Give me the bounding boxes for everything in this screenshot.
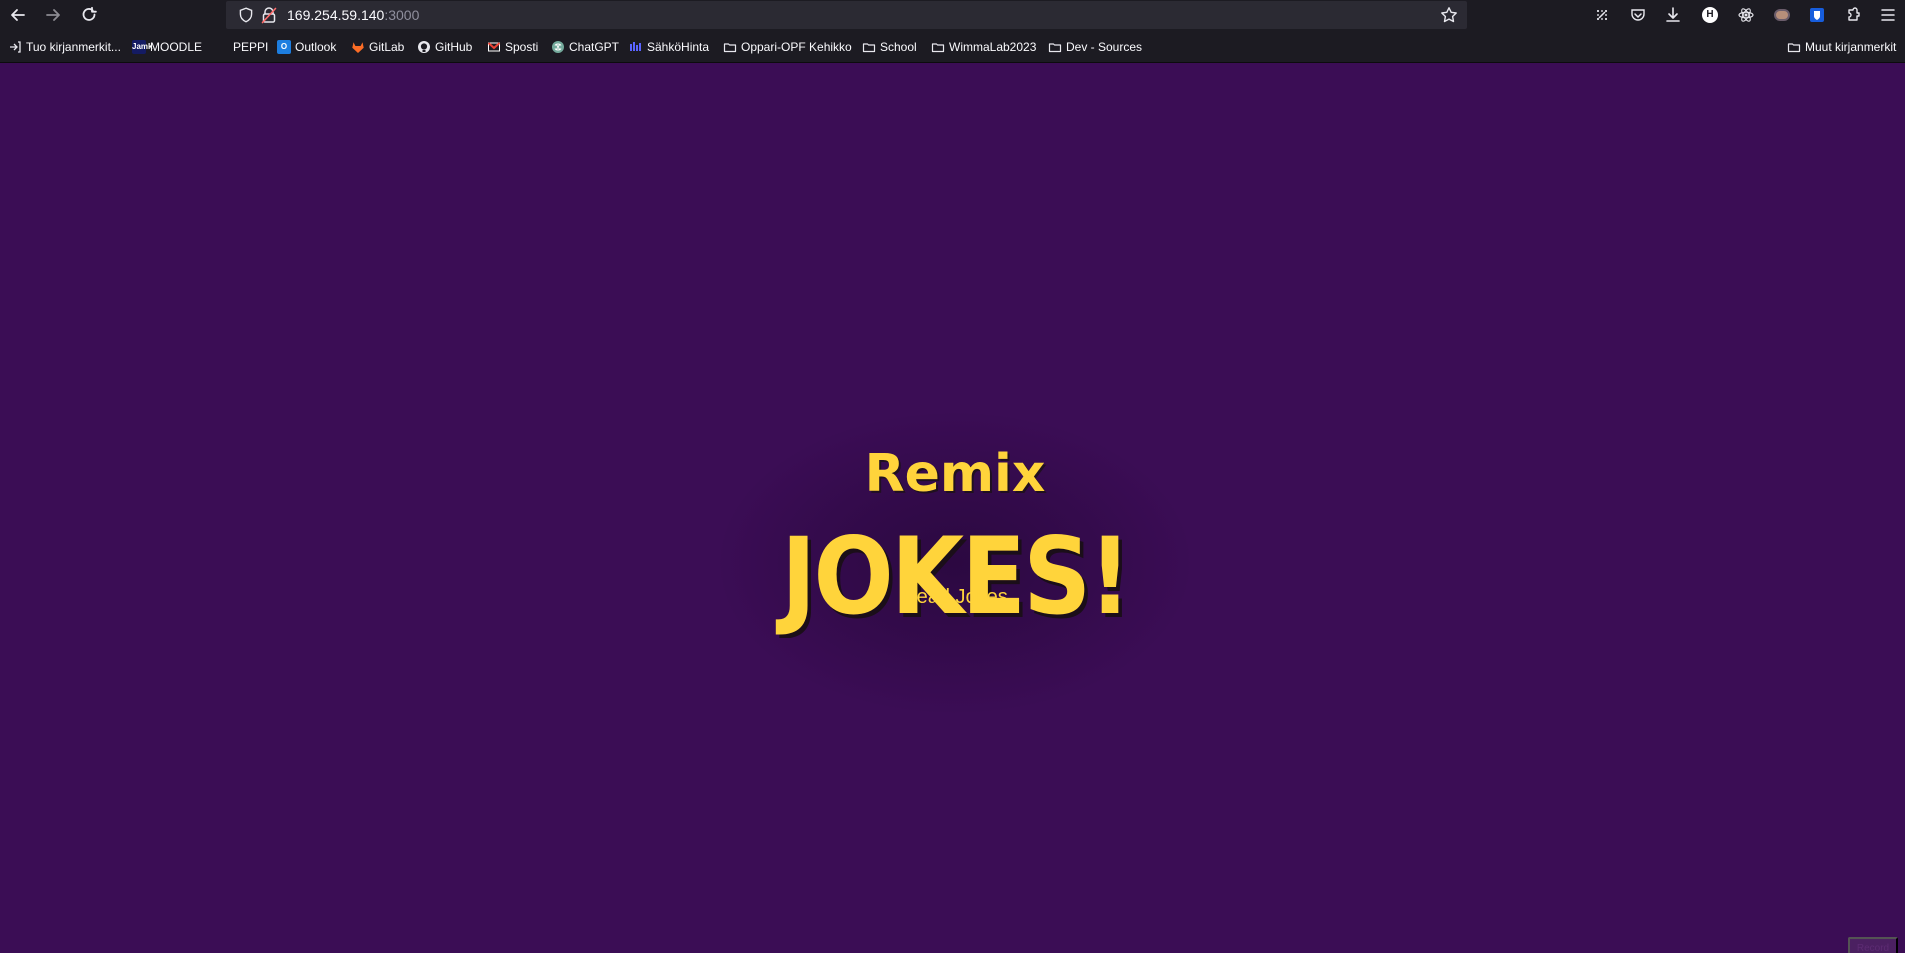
chatgpt-icon — [551, 40, 565, 54]
bookmark-github[interactable]: GitHub — [417, 38, 472, 56]
bookmark-label: WimmaLab2023 — [949, 40, 1037, 54]
folder-icon — [862, 40, 876, 54]
bookmark-folder-school[interactable]: School — [862, 38, 917, 56]
h-extension-button[interactable]: H — [1699, 4, 1721, 26]
forward-button[interactable] — [42, 4, 64, 26]
menu-button[interactable] — [1877, 4, 1899, 26]
tracking-protection-shield-icon[interactable] — [238, 7, 254, 23]
download-icon — [1666, 7, 1680, 22]
bookmark-label: Outlook — [295, 40, 337, 54]
bookmark-peppi[interactable]: PEPPI — [233, 38, 268, 56]
other-bookmarks-folder[interactable]: Muut kirjanmerkit — [1787, 38, 1896, 56]
bookmark-label: Tuo kirjanmerkit... — [26, 40, 121, 54]
bookmark-import[interactable]: Tuo kirjanmerkit... — [8, 38, 121, 56]
bookmark-label: SähköHinta — [647, 40, 710, 54]
bitwarden-button[interactable] — [1806, 4, 1828, 26]
extensions-icon — [1848, 7, 1860, 21]
bookmark-label: School — [880, 40, 917, 54]
import-bookmarks-icon — [8, 40, 22, 54]
extensions-button[interactable] — [1842, 4, 1864, 26]
moodle-icon: Jamk — [132, 40, 152, 54]
bookmark-sahkohinta[interactable]: SähköHinta — [629, 38, 709, 56]
menu-icon — [1881, 9, 1895, 21]
bookmark-label: Oppari-OPF Kehikko — [741, 40, 852, 54]
remix-subtitle: Remix — [864, 444, 1046, 505]
bookmark-label: GitLab — [369, 40, 405, 54]
gitlab-icon — [351, 40, 365, 54]
bookmark-label: Sposti — [505, 40, 539, 54]
folder-icon — [1048, 40, 1062, 54]
browser-toolbar: 169.254.59.140:3000 H — [0, 0, 1905, 30]
browser-window: 169.254.59.140:3000 H Tuo kirjanmerkit..… — [0, 0, 1905, 953]
folder-icon — [931, 40, 945, 54]
bookmark-moodle[interactable]: Jamk MOODLE — [132, 38, 202, 56]
react-devtools-button[interactable] — [1735, 4, 1757, 26]
mail-icon — [487, 40, 501, 54]
arrow-left-icon — [11, 9, 25, 21]
bitwarden-icon — [1810, 8, 1824, 22]
jokes-title: JOKES! — [781, 515, 1131, 639]
bookmark-label: GitHub — [435, 40, 473, 54]
pocket-button[interactable] — [1627, 4, 1649, 26]
folder-icon — [1787, 40, 1801, 54]
electricity-price-icon — [629, 40, 643, 54]
bookmark-folder-wimmalab[interactable]: WimmaLab2023 — [931, 38, 1036, 56]
folder-icon — [723, 40, 737, 54]
bookmark-chatgpt[interactable]: ChatGPT — [551, 38, 619, 56]
url-text[interactable]: 169.254.59.140:3000 — [287, 6, 419, 24]
profile-icon — [1774, 9, 1790, 21]
bookmark-label: Muut kirjanmerkit — [1805, 40, 1897, 54]
record-button[interactable]: Record — [1848, 937, 1898, 953]
url-port: :3000 — [384, 7, 420, 23]
bookmark-label: MOODLE — [150, 40, 203, 54]
reload-button[interactable] — [78, 4, 100, 26]
reload-icon — [82, 6, 97, 21]
url-host: 169.254.59.140 — [287, 7, 385, 23]
bookmark-label: Dev - Sources — [1066, 40, 1143, 54]
bookmark-folder-oppari[interactable]: Oppari-OPF Kehikko — [723, 38, 852, 56]
page-content: Remix JOKES! Read Jokes — [0, 63, 1905, 953]
bookmarks-toolbar: Tuo kirjanmerkit... Jamk MOODLE PEPPI O … — [0, 30, 1905, 63]
h-extension-icon: H — [1702, 7, 1718, 23]
profile-button[interactable] — [1771, 4, 1793, 26]
bookmark-star-icon[interactable] — [1440, 6, 1458, 24]
bookmark-folder-dev-sources[interactable]: Dev - Sources — [1048, 38, 1142, 56]
pocket-icon — [1631, 9, 1645, 21]
react-devtools-icon — [1738, 8, 1754, 22]
bookmark-gitlab[interactable]: GitLab — [351, 38, 404, 56]
back-button[interactable] — [7, 4, 29, 26]
screenshot-button[interactable] — [1591, 4, 1613, 26]
downloads-button[interactable] — [1662, 4, 1684, 26]
read-jokes-link[interactable]: Read Jokes — [720, 585, 1190, 609]
bookmark-label: PEPPI — [233, 40, 269, 54]
screenshot-icon — [1597, 10, 1607, 20]
not-secure-lock-icon[interactable] — [261, 6, 277, 24]
github-icon — [417, 40, 431, 54]
outlook-icon: O — [277, 40, 291, 54]
bookmark-outlook[interactable]: O Outlook — [277, 38, 336, 56]
bookmark-sposti[interactable]: Sposti — [487, 38, 538, 56]
arrow-right-icon — [46, 9, 60, 21]
bookmark-label: ChatGPT — [569, 40, 620, 54]
address-bar[interactable]: 169.254.59.140:3000 — [226, 1, 1467, 29]
